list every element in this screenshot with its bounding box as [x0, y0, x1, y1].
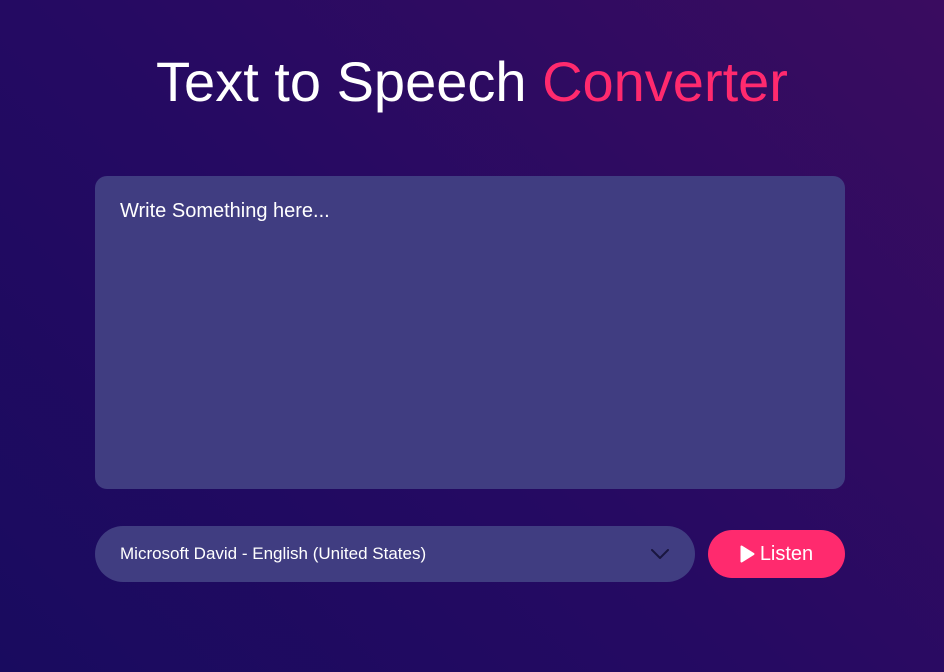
title-main: Text to Speech: [156, 50, 527, 113]
text-input[interactable]: [95, 176, 845, 489]
voice-select-value: Microsoft David - English (United States…: [120, 544, 427, 563]
listen-button[interactable]: Listen: [708, 530, 845, 578]
voice-select[interactable]: Microsoft David - English (United States…: [95, 526, 695, 582]
listen-button-label: Listen: [759, 542, 814, 565]
text-input-container: [95, 176, 845, 489]
play-icon: [740, 545, 755, 563]
page-title: Text to Speech Converter: [0, 50, 944, 114]
title-accent: Converter: [542, 50, 788, 113]
chevron-down-icon: [650, 544, 670, 564]
